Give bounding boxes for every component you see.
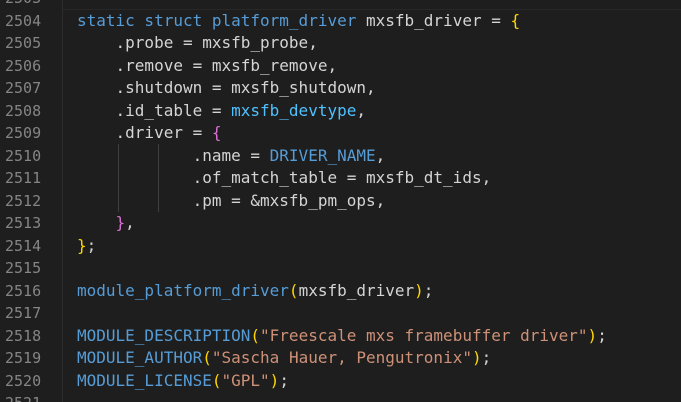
line-number: 2513 — [5, 214, 42, 232]
code-token: .name = — [77, 145, 270, 165]
code-token: .driver = — [77, 123, 212, 142]
code-token: DRIVER_NAME — [269, 145, 376, 165]
code-token: ; — [597, 325, 607, 345]
code-token: ( — [288, 280, 299, 300]
code-token: .of_match_table = mxsfb_dt_ids, — [77, 168, 492, 187]
code-line[interactable]: 2508 .id_table = mxsfb_devtype, — [0, 100, 681, 123]
code-text: .id_table = mxsfb_devtype, — [77, 100, 366, 123]
code-text: static struct platform_driver mxsfb_driv… — [77, 10, 520, 33]
line-number: 2511 — [5, 169, 42, 187]
code-token: "Sascha Hauer, Pengutronix" — [211, 348, 472, 367]
line-number: 2512 — [5, 191, 42, 210]
code-line[interactable]: 2504 static struct platform_driver mxsfb_… — [0, 10, 681, 33]
code-token: mxsfb_driver — [298, 280, 415, 300]
line-number: 2517 — [5, 304, 42, 322]
code-text: .shutdown = mxsfb_shutdown, — [77, 77, 376, 100]
line-number: 2508 — [5, 101, 42, 120]
code-text: MODULE_LICENSE("GPL"); — [77, 370, 289, 393]
code-text: .remove = mxsfb_remove, — [77, 55, 338, 78]
code-line[interactable]: 2511 .of_match_table = mxsfb_dt_ids, — [0, 167, 681, 190]
code-token: "GPL" — [221, 370, 270, 390]
code-line[interactable]: 2507 .shutdown = mxsfb_shutdown, — [0, 77, 681, 100]
code-token: ; — [279, 370, 289, 390]
code-token: ; — [86, 235, 97, 255]
line-number: 2507 — [5, 79, 42, 97]
code-token: , — [375, 145, 386, 165]
code-text: }; — [77, 235, 96, 258]
code-token: platform_driver — [211, 10, 357, 30]
code-token: ) — [587, 325, 598, 345]
code-text: .pm = &mxsfb_pm_ops, — [77, 190, 386, 213]
line-number: 2520 — [5, 371, 42, 390]
code-line[interactable]: 2506 .remove = mxsfb_remove, — [0, 55, 681, 78]
code-text: .name = DRIVER_NAME, — [77, 145, 386, 168]
line-number: 2521 — [5, 392, 57, 402]
code-token: } — [115, 213, 126, 232]
code-line[interactable]: 2510 .name = DRIVER_NAME, — [0, 145, 681, 168]
code-line[interactable]: 2505 .probe = mxsfb_probe, — [0, 32, 681, 55]
code-token: "Freescale mxs framebuffer driver" — [260, 325, 588, 345]
code-token: ( — [250, 325, 261, 345]
code-token: ; — [481, 348, 492, 367]
code-token: static struct — [77, 10, 212, 30]
code-token: ( — [202, 348, 212, 367]
code-text: .probe = mxsfb_probe, — [77, 32, 318, 55]
code-line[interactable]: 2515 — [0, 257, 681, 280]
code-text: module_platform_driver(mxsfb_driver); — [77, 280, 433, 303]
line-number: 2514 — [5, 236, 42, 255]
code-token: mxsfb_driver = — [356, 10, 511, 30]
code-token: { — [510, 10, 521, 30]
code-line[interactable]: 2521 — [0, 392, 681, 402]
code-text: .driver = { — [77, 122, 222, 145]
code-token: MODULE_LICENSE — [77, 370, 212, 390]
code-line[interactable]: 2503 — [0, 0, 681, 10]
code-line[interactable]: 2516 module_platform_driver(mxsfb_driver)… — [0, 280, 681, 303]
code-line[interactable]: 2519 MODULE_AUTHOR("Sascha Hauer, Pengutr… — [0, 347, 681, 370]
code-area[interactable]: 25032504 static struct platform_driver mx… — [0, 0, 681, 402]
code-text: .of_match_table = mxsfb_dt_ids, — [77, 167, 492, 190]
code-token: .id_table = — [77, 100, 232, 120]
line-number: 2506 — [5, 56, 42, 75]
line-number: 2504 — [5, 11, 42, 30]
code-line[interactable]: 2513 }, — [0, 212, 681, 235]
line-number: 2509 — [5, 124, 42, 142]
code-editor[interactable]: 25032504 static struct platform_driver mx… — [0, 0, 681, 402]
code-token: } — [77, 235, 87, 255]
code-token: , — [356, 100, 366, 120]
line-number: 2503 — [5, 0, 57, 10]
code-line[interactable]: 2509 .driver = { — [0, 122, 681, 145]
code-token: , — [125, 213, 135, 232]
line-number: 2515 — [5, 259, 42, 277]
code-line[interactable]: 2512 .pm = &mxsfb_pm_ops, — [0, 190, 681, 213]
code-text: }, — [77, 212, 135, 235]
code-line[interactable]: 2520 MODULE_LICENSE("GPL"); — [0, 370, 681, 393]
code-token: { — [211, 123, 222, 142]
code-token: MODULE_DESCRIPTION — [77, 325, 251, 345]
code-token: ) — [471, 348, 482, 367]
code-token: mxsfb_devtype — [231, 100, 357, 120]
code-text: MODULE_DESCRIPTION("Freescale mxs frameb… — [77, 325, 607, 348]
code-token: ; — [423, 280, 434, 300]
line-number: 2505 — [5, 34, 42, 52]
code-token: .probe = mxsfb_probe, — [77, 33, 318, 52]
code-line[interactable]: 2517 — [0, 302, 681, 325]
code-token: ( — [211, 370, 222, 390]
code-line[interactable]: 2514}; — [0, 235, 681, 258]
code-token: ) — [269, 370, 280, 390]
line-number: 2518 — [5, 326, 42, 345]
code-text: MODULE_AUTHOR("Sascha Hauer, Pengutronix… — [77, 347, 491, 370]
code-token: .shutdown = mxsfb_shutdown, — [77, 78, 376, 97]
line-number: 2516 — [5, 281, 42, 300]
line-number: 2519 — [5, 349, 42, 367]
code-token: .pm = &mxsfb_pm_ops, — [77, 190, 386, 210]
line-number: 2510 — [5, 146, 42, 165]
code-token: ) — [414, 280, 424, 300]
code-line[interactable]: 2518 MODULE_DESCRIPTION("Freescale mxs fr… — [0, 325, 681, 348]
code-token: .remove = mxsfb_remove, — [77, 55, 338, 75]
code-token: module_platform_driver — [77, 280, 289, 300]
code-token: MODULE_AUTHOR — [77, 348, 203, 367]
